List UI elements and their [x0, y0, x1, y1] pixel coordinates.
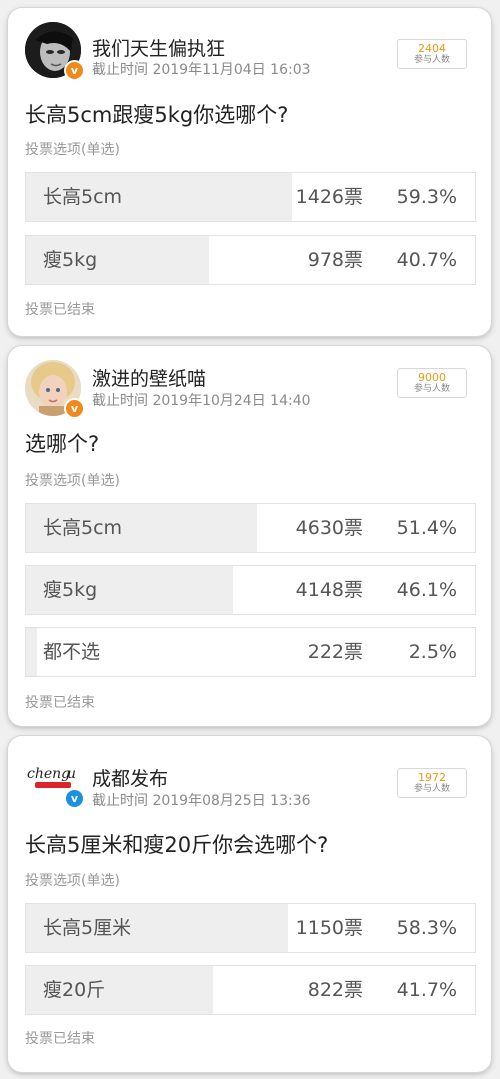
poll-type-hint: 投票选项(单选)	[25, 142, 120, 158]
option-votes: 1150票	[295, 917, 363, 939]
vote-share-bar	[26, 628, 38, 676]
svg-text:u: u	[67, 766, 76, 782]
participant-count-box: 9000 参与人数	[397, 368, 467, 398]
username[interactable]: 成都发布	[92, 764, 168, 791]
participant-count-box: 1972 参与人数	[397, 768, 467, 798]
poll-option[interactable]: 长高5cm 1426票 59.3%	[25, 172, 476, 222]
poll-option[interactable]: 瘦5kg 978票 40.7%	[25, 235, 476, 285]
option-label: 瘦5kg	[43, 249, 98, 271]
option-percent: 41.7%	[396, 979, 457, 1001]
username[interactable]: 我们天生偏执狂	[92, 34, 225, 61]
option-votes: 822票	[307, 979, 363, 1001]
option-label: 长高5厘米	[43, 917, 132, 939]
poll-ended-text: 投票已结束	[25, 1031, 95, 1047]
svg-text:cheng: cheng	[27, 766, 70, 782]
poll-type-hint: 投票选项(单选)	[25, 473, 120, 489]
verified-badge-icon: v	[64, 60, 85, 81]
poll-option[interactable]: 都不选 222票 2.5%	[25, 627, 476, 677]
option-label: 瘦20斤	[43, 979, 106, 1001]
option-votes: 978票	[307, 249, 363, 271]
poll-option[interactable]: 长高5cm 4630票 51.4%	[25, 503, 476, 553]
poll-ended-text: 投票已结束	[25, 695, 95, 711]
verified-badge-icon: v	[64, 398, 85, 419]
poll-card: v 激进的壁纸喵 截止时间 2019年10月24日 14:40 9000 参与人…	[8, 346, 491, 726]
participant-count: 2404	[418, 42, 446, 55]
option-percent: 59.3%	[396, 186, 457, 208]
poll-card: cheng u v 成都发布 截止时间 2019年08月25日 13:36 19…	[8, 736, 491, 1072]
option-votes: 4630票	[295, 517, 363, 539]
verified-badge-icon: v	[64, 788, 85, 809]
option-label: 瘦5kg	[43, 579, 98, 601]
poll-question: 长高5cm跟瘦5kg你选哪个?	[25, 103, 289, 127]
participant-count-box: 2404 参与人数	[397, 39, 467, 69]
option-votes: 1426票	[295, 186, 363, 208]
username[interactable]: 激进的壁纸喵	[92, 364, 206, 391]
option-percent: 58.3%	[396, 917, 457, 939]
poll-card: v 我们天生偏执狂 截止时间 2019年11月04日 16:03 2404 参与…	[8, 8, 491, 336]
option-votes: 222票	[307, 641, 363, 663]
poll-option[interactable]: 瘦5kg 4148票 46.1%	[25, 565, 476, 615]
poll-type-hint: 投票选项(单选)	[25, 873, 120, 889]
option-percent: 2.5%	[408, 641, 457, 663]
option-label: 长高5cm	[43, 186, 123, 208]
poll-ended-text: 投票已结束	[25, 302, 95, 318]
participant-count-label: 参与人数	[413, 784, 450, 794]
participant-count: 9000	[418, 371, 446, 384]
poll-option[interactable]: 瘦20斤 822票 41.7%	[25, 965, 476, 1015]
participant-count: 1972	[418, 771, 446, 784]
option-votes: 4148票	[295, 579, 363, 601]
deadline-text: 截止时间 2019年11月04日 16:03	[92, 62, 311, 78]
option-percent: 51.4%	[396, 517, 457, 539]
option-percent: 46.1%	[396, 579, 457, 601]
poll-question: 长高5厘米和瘦20斤你会选哪个?	[25, 833, 329, 857]
poll-option[interactable]: 长高5厘米 1150票 58.3%	[25, 903, 476, 953]
option-label: 长高5cm	[43, 517, 123, 539]
option-label: 都不选	[43, 641, 101, 663]
poll-question: 选哪个?	[25, 432, 100, 456]
deadline-text: 截止时间 2019年08月25日 13:36	[92, 793, 311, 809]
participant-count-label: 参与人数	[413, 55, 450, 65]
option-percent: 40.7%	[396, 249, 457, 271]
deadline-text: 截止时间 2019年10月24日 14:40	[92, 393, 311, 409]
participant-count-label: 参与人数	[413, 384, 450, 394]
